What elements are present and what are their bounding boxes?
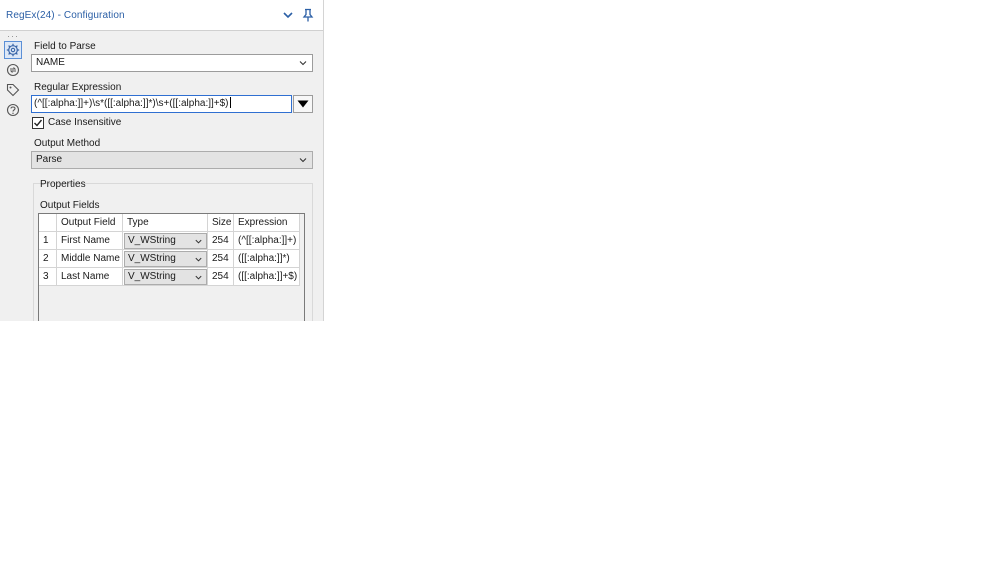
table-row[interactable]: 2 Middle Name V_WString 254 ([[:alpha:]]…: [39, 250, 300, 268]
regex-menu-button[interactable]: [293, 95, 313, 113]
type-select[interactable]: V_WString: [124, 251, 207, 267]
regex-label: Regular Expression: [34, 82, 122, 93]
regex-value: (^[[:alpha:]]+)\s*([[:alpha:]]*)\s+([[:a…: [34, 98, 229, 109]
row-number: 1: [39, 232, 57, 250]
expression-cell[interactable]: ([[:alpha:]]*): [234, 250, 300, 268]
grid-header-row: Output Field Type Size Expression: [39, 214, 300, 232]
help-icon[interactable]: [4, 101, 22, 119]
row-number: 2: [39, 250, 57, 268]
case-insensitive-label: Case Insensitive: [48, 117, 122, 128]
field-to-parse-value: NAME: [36, 57, 65, 68]
table-row[interactable]: 3 Last Name V_WString 254 ([[:alpha:]]+$…: [39, 268, 300, 286]
tag-icon[interactable]: [4, 81, 22, 99]
panel-titlebar: RegEx(24) - Configuration: [0, 0, 323, 31]
type-value: V_WString: [128, 271, 176, 282]
chevron-down-icon: [298, 155, 308, 165]
chevron-down-icon: [194, 255, 203, 264]
chevron-down-icon: [298, 58, 308, 68]
pin-icon[interactable]: [301, 8, 315, 22]
field-to-parse-label: Field to Parse: [34, 41, 96, 52]
row-number: 3: [39, 268, 57, 286]
output-method-value: Parse: [36, 154, 63, 165]
type-select[interactable]: V_WString: [124, 269, 207, 285]
type-cell: V_WString: [123, 268, 208, 286]
type-cell: V_WString: [123, 232, 208, 250]
header-expression[interactable]: Expression: [234, 214, 300, 232]
panel-title: RegEx(24) - Configuration: [6, 10, 125, 21]
regex-input[interactable]: (^[[:alpha:]]+)\s*([[:alpha:]]*)\s+([[:a…: [31, 95, 292, 113]
output-method-select[interactable]: Parse: [31, 151, 313, 169]
size-cell[interactable]: 254: [208, 232, 234, 250]
size-cell[interactable]: 254: [208, 250, 234, 268]
field-to-parse-select[interactable]: NAME: [31, 54, 313, 72]
type-value: V_WString: [128, 253, 176, 264]
output-fields-label: Output Fields: [40, 200, 100, 211]
chevron-down-icon: [194, 237, 203, 246]
configuration-panel: RegEx(24) - Configuration ··· Field to P…: [0, 0, 324, 321]
type-value: V_WString: [128, 235, 176, 246]
output-fields-grid: Output Field Type Size Expression 1 Firs…: [38, 213, 305, 321]
triangle-down-icon: [297, 100, 309, 108]
case-insensitive-checkbox[interactable]: [32, 117, 44, 129]
size-cell[interactable]: 254: [208, 268, 234, 286]
header-row-number: [39, 214, 57, 232]
gear-icon[interactable]: [4, 41, 22, 59]
more-dots-icon[interactable]: ···: [7, 31, 19, 41]
header-size[interactable]: Size: [208, 214, 234, 232]
text-cursor: [229, 97, 231, 108]
properties-label: Properties: [40, 179, 86, 190]
output-field-cell[interactable]: Last Name: [57, 268, 123, 286]
table-row[interactable]: 1 First Name V_WString 254 (^[[:alpha:]]…: [39, 232, 300, 250]
header-type[interactable]: Type: [123, 214, 208, 232]
collapse-chevron-icon[interactable]: [281, 8, 295, 22]
expression-cell[interactable]: ([[:alpha:]]+$): [234, 268, 300, 286]
expression-cell[interactable]: (^[[:alpha:]]+): [234, 232, 300, 250]
header-output-field[interactable]: Output Field: [57, 214, 123, 232]
output-method-label: Output Method: [34, 138, 101, 149]
output-field-cell[interactable]: Middle Name: [57, 250, 123, 268]
output-field-cell[interactable]: First Name: [57, 232, 123, 250]
checkmark-icon: [34, 119, 43, 127]
type-cell: V_WString: [123, 250, 208, 268]
type-select[interactable]: V_WString: [124, 233, 207, 249]
connection-icon[interactable]: [4, 61, 22, 79]
chevron-down-icon: [194, 273, 203, 282]
sidebar: ···: [0, 31, 26, 321]
